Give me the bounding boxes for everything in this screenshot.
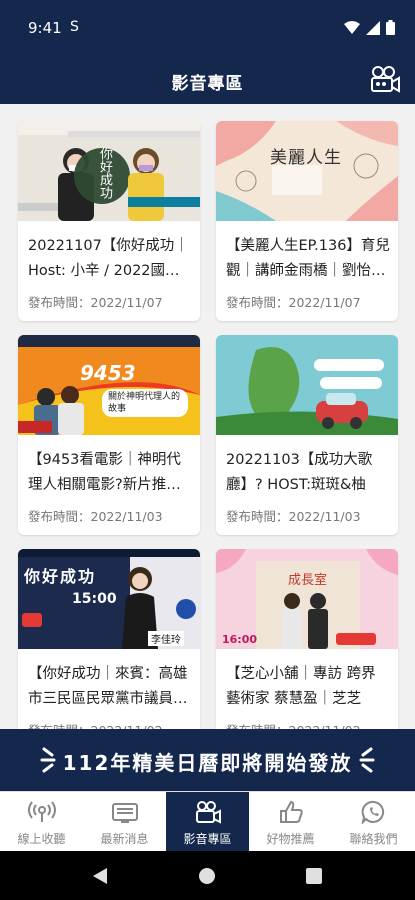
video-card[interactable]: 9453 關於神明代理人的故事 【9453看電影｜神明代理人相關電影?新片推… … <box>18 335 200 535</box>
card-title: 【美麗人生EP.136】育兒觀｜講師金雨橋｜劉怡… <box>226 238 390 279</box>
video-card[interactable]: 美麗人生 【美麗人生EP.136】育兒觀｜講師金雨橋｜劉怡… 發布時間：2022… <box>216 121 398 321</box>
bottom-nav: 線上收聽 最新消息 影音專區 好物推薦 聯絡我們 <box>0 791 415 851</box>
video-camera-icon <box>195 801 221 824</box>
nav-item-contact[interactable]: 聯絡我們 <box>332 792 415 851</box>
page-title: 影音專區 <box>171 74 244 94</box>
card-date: 發布時間：2022/11/02 <box>226 720 361 729</box>
phone-chat-icon <box>361 800 384 824</box>
video-card[interactable]: 你好成功 15:00 李佳玲 【你好成功｜來賓：高雄市三民區民眾黨市議員… 發布… <box>18 549 200 729</box>
card-date: 發布時間：2022/11/03 <box>226 509 361 524</box>
video-thumbnail: 你好成功 <box>18 121 200 221</box>
radio-wave-icon <box>27 801 56 822</box>
signal-icon <box>366 20 380 35</box>
promo-banner[interactable]: 112年精美日曆即將開始發放 <box>0 729 415 791</box>
nav-label: 好物推薦 <box>266 832 315 846</box>
thumb-caption: 美麗人生 <box>270 148 342 168</box>
video-thumbnail: 美麗人生 <box>216 121 398 221</box>
news-tv-icon <box>111 803 138 823</box>
sparkle-right-icon <box>359 747 375 773</box>
nav-item-listen[interactable]: 線上收聽 <box>0 792 83 851</box>
card-title: 【芝心小舖｜專訪 跨界藝術家 蔡慧盈｜芝芝主… <box>226 666 376 707</box>
recents-icon[interactable] <box>306 868 322 884</box>
nav-label: 線上收聽 <box>17 832 66 846</box>
video-thumbnail: 你好成功 15:00 李佳玲 <box>18 549 200 649</box>
nav-item-recommend[interactable]: 好物推薦 <box>249 792 332 851</box>
card-title: 【你好成功｜來賓：高雄市三民區民眾黨市議員… <box>28 666 188 707</box>
thumb-caption: 你好成功 <box>97 147 112 199</box>
video-thumbnail: 9453 關於神明代理人的故事 <box>18 335 200 435</box>
thumb-caption: 9453 <box>80 361 136 385</box>
thumb-time: 15:00 <box>72 591 117 607</box>
video-card[interactable]: 20221103【成功大歌廳】? HOST:斑斑&柚子… 發布時間：2022/1… <box>216 335 398 535</box>
card-title: 20221107【你好成功｜Host: 小辛 / 2022國… <box>28 238 189 279</box>
home-icon[interactable] <box>198 867 216 885</box>
video-grid: 你好成功 20221107【你好成功｜Host: 小辛 / 2022國… 發布時… <box>0 104 415 729</box>
card-title: 20221103【成功大歌廳】? HOST:斑斑&柚子… <box>226 452 373 493</box>
status-bar: 9:41 S <box>0 0 415 56</box>
app-bar: 影音專區 <box>0 56 415 104</box>
status-icons <box>344 20 395 35</box>
thumb-caption: 你好成功 <box>24 567 97 586</box>
card-date: 發布時間：2022/11/07 <box>226 295 361 310</box>
back-icon[interactable] <box>92 867 108 885</box>
system-nav-bar <box>0 851 415 900</box>
card-date: 發布時間：2022/11/03 <box>28 509 163 524</box>
nav-label: 影音專區 <box>183 832 232 846</box>
nav-label: 最新消息 <box>100 832 149 846</box>
nav-label: 聯絡我們 <box>349 832 398 846</box>
thumbs-up-icon <box>279 800 303 823</box>
card-date: 發布時間：2022/11/07 <box>28 295 163 310</box>
nav-item-news[interactable]: 最新消息 <box>83 792 166 851</box>
thumb-guest-name: 李佳玲 <box>148 631 184 646</box>
video-camera-icon[interactable] <box>369 64 401 94</box>
video-thumbnail <box>216 335 398 435</box>
thumb-caption: 成長室 <box>288 573 328 588</box>
wifi-icon <box>344 20 360 34</box>
status-sync-icon: S <box>70 19 79 35</box>
video-card[interactable]: 你好成功 20221107【你好成功｜Host: 小辛 / 2022國… 發布時… <box>18 121 200 321</box>
video-thumbnail: 成長室 16:00 <box>216 549 398 649</box>
video-card[interactable]: 成長室 16:00 【芝心小舖｜專訪 跨界藝術家 蔡慧盈｜芝芝主… 發布時間：2… <box>216 549 398 729</box>
status-time: 9:41 <box>28 19 62 37</box>
nav-item-video[interactable]: 影音專區 <box>166 792 249 851</box>
thumb-time: 16:00 <box>222 633 258 646</box>
thumb-subcaption: 關於神明代理人的故事 <box>102 389 188 417</box>
battery-icon <box>386 20 395 35</box>
card-date: 發布時間：2022/11/02 <box>28 720 163 729</box>
card-title: 【9453看電影｜神明代理人相關電影?新片推… <box>28 452 181 493</box>
